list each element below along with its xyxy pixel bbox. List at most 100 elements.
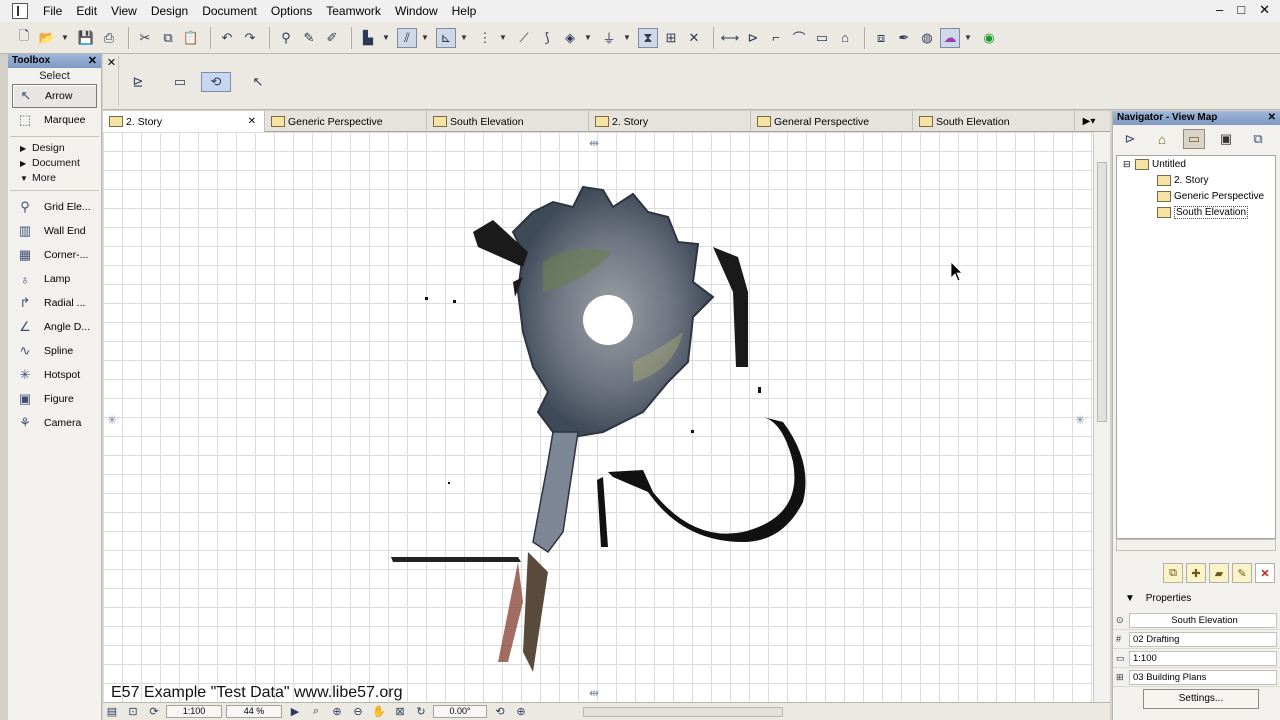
tree-item-generic-perspective[interactable]: Generic Perspective (1117, 188, 1275, 204)
cancel-trace-icon[interactable]: ✕ (684, 28, 704, 48)
undo-icon[interactable]: ↶ (217, 28, 237, 48)
navigator-title[interactable]: Navigator - View Map ✕ (1113, 111, 1280, 125)
rotate-view-icon[interactable]: ↻ (412, 705, 430, 719)
open-dropdown-icon[interactable]: ▼ (60, 28, 70, 48)
view-map-icon[interactable]: ▭ (1183, 129, 1205, 149)
model-view-field[interactable]: 03 Building Plans (1129, 669, 1277, 685)
horizontal-scroll-thumb[interactable] (583, 706, 783, 717)
restore-icon[interactable]: □ (1237, 2, 1245, 18)
tool-radial-dimension[interactable]: ↱ Radial ... (8, 291, 101, 315)
zoom-to-selection-icon[interactable]: ⌕ (307, 705, 325, 719)
inject-parameters-icon[interactable]: ✐ (322, 28, 342, 48)
guide-lines-icon[interactable]: ⫽ (397, 27, 417, 48)
layers-icon[interactable]: ▙ (358, 28, 378, 48)
tree-item-south-elevation[interactable]: South Elevation (1117, 204, 1275, 220)
settings-button[interactable]: Settings... (1143, 689, 1259, 709)
magic-wand-icon[interactable]: ⟆ (537, 28, 557, 48)
archicad-app-icon[interactable] (12, 3, 28, 19)
tool-marquee[interactable]: ⬚ Marquee (8, 108, 101, 132)
tree-item-untitled[interactable]: ⊟ Untitled (1117, 156, 1275, 172)
cloud-highlight-icon[interactable]: ☁ (940, 27, 960, 48)
copy-icon[interactable]: ⧉ (158, 28, 178, 48)
menu-help[interactable]: Help (445, 0, 484, 22)
layout-book-icon[interactable]: ▣ (1215, 129, 1237, 149)
new-view-icon[interactable]: ✚ (1186, 563, 1206, 583)
menu-options[interactable]: Options (264, 0, 319, 22)
3d-cube-icon[interactable]: ◈ (560, 28, 580, 48)
tab-2-story-second[interactable]: 2. Story (589, 111, 751, 132)
publisher-sets-icon[interactable]: ⧉ (1247, 129, 1269, 149)
tab-2-story[interactable]: 2. Story ✕ (103, 111, 265, 132)
vertical-scroll-thumb[interactable] (1097, 162, 1107, 422)
marquee-shape-icon[interactable]: ▭ (165, 72, 195, 92)
tool-spline[interactable]: ∿ Spline (8, 339, 101, 363)
zoom-in-icon[interactable]: ⊕ (328, 705, 346, 719)
tab-overflow-icon[interactable]: ▶▾ (1075, 111, 1103, 131)
redo-icon[interactable]: ↷ (240, 28, 260, 48)
quick-options-icon[interactable]: ⊕ (512, 705, 530, 719)
close-icon[interactable]: ✕ (88, 54, 97, 68)
collapse-icon[interactable]: ⊟ (1123, 159, 1135, 170)
tool-corner-window[interactable]: ▦ Corner-... (8, 243, 101, 267)
new-file-icon[interactable]: 🗋 (14, 28, 34, 48)
pan-icon[interactable]: ✋ (370, 705, 388, 719)
section-marker-icon[interactable]: ⏚ (599, 28, 619, 48)
layers-dropdown-icon[interactable]: ▼ (381, 28, 391, 48)
scale-field[interactable]: 1:100 (166, 705, 222, 718)
menu-file[interactable]: File (36, 0, 69, 22)
menu-view[interactable]: View (104, 0, 144, 22)
layer-combo-icon[interactable]: ▤ (103, 705, 121, 719)
grid-dropdown-icon[interactable]: ▼ (498, 28, 508, 48)
play-icon[interactable]: ▶ (286, 705, 304, 719)
suspend-groups-icon[interactable]: ⟋ (514, 28, 534, 48)
grid-snap-icon[interactable]: ⋮ (475, 28, 495, 48)
group-more[interactable]: ▼ More (8, 171, 101, 186)
pick-up-parameters-icon[interactable]: ✎ (299, 28, 319, 48)
tool-hotspot[interactable]: ✳ Hotspot (8, 363, 101, 387)
zoom-field[interactable]: 44 % (226, 705, 282, 718)
new-clone-icon[interactable]: ⧉ (1163, 563, 1183, 583)
rotation-angle-field[interactable]: 0.00° (433, 705, 487, 718)
tool-wall-end[interactable]: ▥ Wall End (8, 219, 101, 243)
menu-window[interactable]: Window (388, 0, 445, 22)
tree-item-2-story[interactable]: 2. Story (1117, 172, 1275, 188)
close-icon[interactable]: ✕ (1268, 111, 1276, 125)
schedule-icon[interactable]: ⊞ (661, 28, 681, 48)
delete-icon[interactable]: ✕ (1255, 563, 1275, 583)
menu-document[interactable]: Document (195, 0, 264, 22)
pen-set-icon[interactable]: ✒ (894, 28, 914, 48)
group-design[interactable]: ▶ Design (8, 141, 101, 156)
level-dim-icon[interactable]: ⌐ (766, 28, 786, 48)
rotated-marquee-icon[interactable]: ⟲ (201, 72, 231, 92)
green-status-icon[interactable]: ◉ (979, 28, 999, 48)
tab-generic-perspective[interactable]: Generic Perspective (265, 111, 427, 132)
view-name-field[interactable]: South Elevation (1129, 612, 1277, 628)
print-icon[interactable]: ⎙ (99, 28, 119, 48)
rename-view-icon[interactable]: ✎ (1232, 563, 1252, 583)
close-icon[interactable]: ✕ (248, 116, 256, 127)
floor-plan-canvas[interactable]: ⇹ ✳ ✳ ⇹ E57 Example "Test Data" www.libe… (103, 132, 1093, 702)
group-document[interactable]: ▶ Document (8, 156, 101, 171)
new-folder-icon[interactable]: ▰ (1209, 563, 1229, 583)
minimize-icon[interactable]: – (1216, 2, 1223, 18)
elevation-dim-icon[interactable]: ⊳ (743, 28, 763, 48)
cloud-dropdown-icon[interactable]: ▼ (963, 28, 973, 48)
tool-lamp[interactable]: ♁ Lamp (8, 267, 101, 291)
walk-trace-icon[interactable]: ⧗ (638, 27, 658, 48)
zoom-fit-icon[interactable]: ⊡ (124, 705, 142, 719)
menu-edit[interactable]: Edit (69, 0, 104, 22)
fit-in-window-icon[interactable]: ⊠ (391, 705, 409, 719)
toolbox-title[interactable]: Toolbox ✕ (8, 54, 101, 68)
dimension-icon[interactable]: ⟷ (720, 28, 740, 48)
tab-general-perspective[interactable]: General Perspective (751, 111, 913, 132)
menu-design[interactable]: Design (144, 0, 195, 22)
snap-dropdown-icon[interactable]: ▼ (459, 28, 469, 48)
surface-icon[interactable]: ◍ (917, 28, 937, 48)
section-dropdown-icon[interactable]: ▼ (622, 28, 632, 48)
navigator-horizontal-scrollbar[interactable] (1116, 539, 1276, 551)
infobox-close-icon[interactable]: ✕ (105, 56, 119, 106)
paste-icon[interactable]: 📋 (181, 28, 201, 48)
tool-camera[interactable]: ⚘ Camera (8, 411, 101, 435)
zoom-out-icon[interactable]: ⊖ (349, 705, 367, 719)
snap-guides-icon[interactable]: ⊾ (436, 27, 456, 48)
